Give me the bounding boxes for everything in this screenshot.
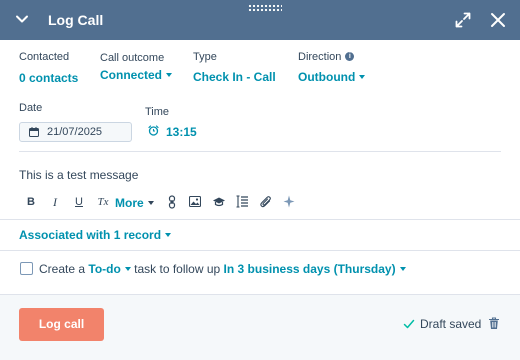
call-outcome-label: Call outcome [100,52,165,64]
call-outcome-value: Connected [100,68,163,82]
dialog-title: Log Call [48,12,104,28]
date-input[interactable]: 21/07/2025 [19,122,132,142]
type-dropdown[interactable]: Check In - Call [193,70,276,84]
call-outcome-dropdown[interactable]: Connected [100,68,173,82]
associations-label: Associated with 1 record [19,228,162,242]
calendar-icon [29,127,39,137]
draft-status: Draft saved [420,317,482,331]
chevron-down-icon [359,74,366,79]
expand-icon[interactable] [454,11,472,29]
drag-handle-icon[interactable] [248,4,282,12]
create-task-checkbox[interactable] [20,262,33,275]
log-call-button[interactable]: Log call [19,308,104,341]
bold-button[interactable]: B [23,194,39,210]
italic-button[interactable]: I [47,194,63,210]
task-prefix: Create a [39,262,86,276]
more-dropdown[interactable]: More [115,196,154,210]
collapse-chevron-icon[interactable] [14,11,30,27]
chevron-down-icon [399,266,406,271]
ai-sparkle-icon[interactable] [283,195,295,208]
type-value: Check In - Call [193,70,276,84]
dialog-header: Log Call [0,0,520,40]
task-middle-text: task to follow up [134,262,221,276]
divider [0,219,520,220]
time-value: 13:15 [166,125,197,139]
knowledge-icon[interactable] [212,197,226,207]
type-label: Type [193,51,217,63]
contacted-label: Contacted [19,51,70,63]
divider [19,151,501,152]
date-label: Date [19,102,43,114]
contacted-dropdown[interactable]: 0 contacts [19,71,78,85]
direction-label: Direction i [298,51,355,63]
direction-value: Outbound [298,70,356,84]
alarm-clock-icon [148,125,159,136]
image-icon[interactable] [189,196,201,207]
link-icon[interactable] [167,195,177,209]
task-due-dropdown[interactable]: In 3 business days (Thursday) [224,262,406,276]
trash-icon[interactable] [488,317,500,330]
task-type-value: To-do [88,262,121,276]
time-dropdown[interactable]: 13:15 [166,125,197,139]
more-label: More [115,196,144,210]
time-label: Time [145,106,170,118]
task-due-value: In 3 business days (Thursday) [223,262,396,276]
task-type-dropdown[interactable]: To-do [88,262,131,276]
check-icon [403,319,415,329]
attachment-icon[interactable] [260,195,272,208]
follow-up-task-row: Create a To-do task to follow up In 3 bu… [39,262,406,276]
clear-format-button[interactable]: Tx [95,194,111,210]
direction-label-text: Direction [298,51,342,63]
close-icon[interactable] [489,11,507,29]
contacted-value: 0 contacts [19,71,79,85]
direction-dropdown[interactable]: Outbound [298,70,366,84]
divider [0,250,520,251]
chevron-down-icon [166,72,173,77]
date-value: 21/07/2025 [47,126,103,138]
underline-button[interactable]: U [71,194,87,210]
associations-dropdown[interactable]: Associated with 1 record [19,228,172,242]
chevron-down-icon [165,232,172,237]
info-icon[interactable]: i [345,51,355,61]
chevron-down-icon [124,266,131,271]
message-body[interactable]: This is a test message [19,168,138,182]
chevron-down-icon [147,200,154,205]
snippet-icon[interactable] [236,195,248,208]
